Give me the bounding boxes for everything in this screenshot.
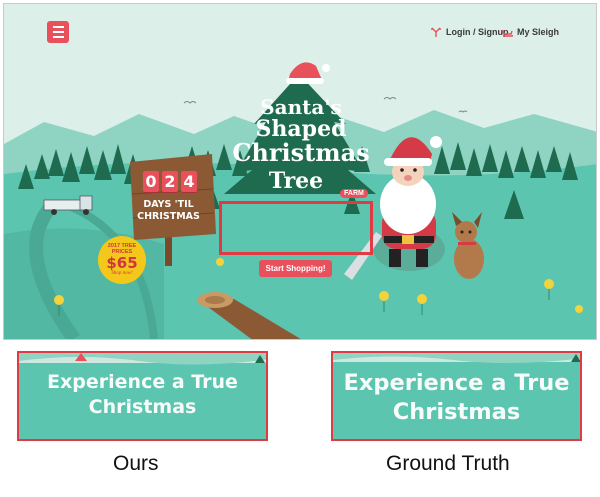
logo-line-3: Christmas [232, 138, 369, 167]
top-navigation: Login / Signup My Sleigh [4, 4, 596, 56]
price-badge[interactable]: 2017 TREE PRICES $65 Shop now! [98, 236, 146, 284]
start-shopping-button[interactable]: Start Shopping! [259, 260, 332, 277]
sleigh-icon [501, 29, 513, 37]
logo-line-4: Tree [269, 168, 323, 194]
countdown-digit: 0 [143, 171, 159, 192]
hamburger-menu-icon[interactable] [47, 21, 69, 43]
ground-truth-text-line-1: Experience a True [343, 370, 570, 396]
countdown-label-line-1: DAYS 'TIL [143, 199, 194, 210]
ours-rendered-text: Experience a True Christmas [19, 370, 266, 420]
ours-caption: Ours [113, 452, 159, 475]
ground-truth-caption: Ground Truth [386, 452, 510, 475]
ground-truth-text-line-2: Christmas [392, 399, 521, 425]
website-screenshot: Santa's Shaped Christmas Tree Login / Si… [3, 3, 597, 340]
ours-text-line-1: Experience a True [47, 371, 238, 393]
login-signup-label: Login / Signup [446, 27, 509, 37]
ground-truth-rendered-text: Experience a True Christmas [333, 369, 580, 427]
price-value: $65 [106, 254, 138, 272]
ours-crop-panel: Experience a True Christmas [17, 351, 268, 441]
price-badge-tagline: Shop now! [111, 271, 133, 276]
countdown-digits: 0 2 4 [143, 171, 197, 192]
ours-text-line-2: Christmas [88, 396, 197, 418]
login-signup-link[interactable]: Login / Signup [430, 26, 509, 38]
farm-tag: FARM [340, 189, 368, 198]
countdown-label: DAYS 'TIL CHRISTMAS [136, 199, 201, 223]
ground-truth-crop-panel: Experience a True Christmas [331, 351, 582, 441]
highlighted-empty-region [219, 201, 373, 255]
countdown-digit: 4 [181, 171, 197, 192]
my-sleigh-label: My Sleigh [517, 27, 560, 37]
countdown-label-line-2: CHRISTMAS [137, 211, 200, 222]
countdown-digit: 2 [162, 171, 178, 192]
my-sleigh-link[interactable]: My Sleigh [501, 26, 559, 38]
reindeer-icon [431, 27, 441, 37]
